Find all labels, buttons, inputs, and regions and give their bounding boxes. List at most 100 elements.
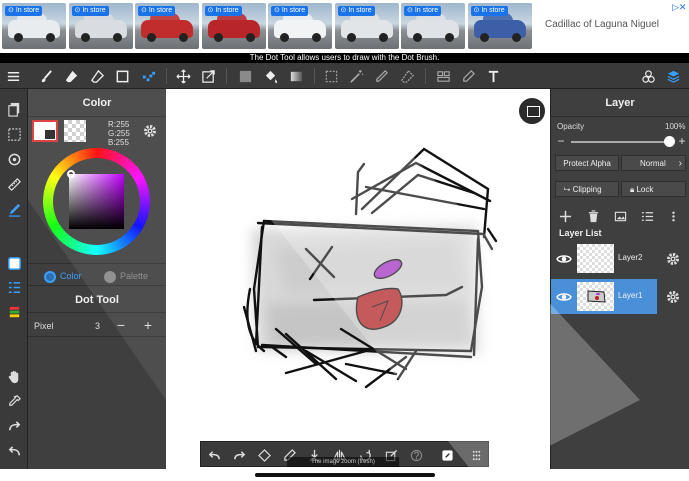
select-pen-icon[interactable] xyxy=(372,67,390,85)
ad-close-icon[interactable]: ▷✕ xyxy=(672,1,686,13)
car-wheel xyxy=(179,33,188,42)
ruler-icon[interactable] xyxy=(5,175,23,193)
blend-eraser-icon[interactable] xyxy=(88,67,106,85)
ad-car-image[interactable]: ⊙ In store xyxy=(467,3,532,49)
in-store-badge: ⊙ In store xyxy=(204,6,242,16)
navigator-icon[interactable] xyxy=(517,96,547,126)
pixel-decrease-button[interactable]: − xyxy=(112,317,130,335)
transform-icon[interactable] xyxy=(256,447,272,463)
add-layer-icon[interactable] xyxy=(557,208,573,224)
ad-car-image[interactable]: ⊙ In store xyxy=(135,3,199,49)
layer-row[interactable]: Layer2 xyxy=(551,241,657,276)
pixel-label: Pixel xyxy=(34,321,54,331)
opacity-increase-button[interactable]: + xyxy=(676,135,688,147)
in-store-badge: ⊙ In store xyxy=(271,6,309,16)
pixel-value: 3 xyxy=(95,321,101,331)
palette-stack-icon[interactable] xyxy=(5,303,23,321)
magic-wand-icon[interactable] xyxy=(347,67,365,85)
material-icon[interactable] xyxy=(639,67,657,85)
ad-advertiser-name[interactable]: Cadillac of Laguna Niguel xyxy=(545,19,659,30)
in-store-badge: ⊙ In store xyxy=(404,6,442,16)
help-icon[interactable] xyxy=(408,447,424,463)
palette-tab-icon xyxy=(104,270,116,283)
gear-icon[interactable] xyxy=(142,123,158,139)
layer-row[interactable]: Layer1 xyxy=(551,279,657,314)
brush-list-icon[interactable] xyxy=(5,278,23,296)
pen-pressure-icon[interactable] xyxy=(5,200,23,218)
pages-icon[interactable] xyxy=(5,100,23,118)
redo-icon[interactable] xyxy=(231,447,247,463)
opacity-slider-handle[interactable] xyxy=(664,136,675,147)
bucket-icon[interactable] xyxy=(261,67,279,85)
transform-icon[interactable] xyxy=(199,67,217,85)
redo-icon[interactable] xyxy=(5,417,23,435)
ad-car-image[interactable]: ⊙ In store xyxy=(401,3,465,49)
rotate-canvas-icon[interactable] xyxy=(5,150,23,168)
eyedropper-tool-icon[interactable] xyxy=(459,67,477,85)
hand-icon[interactable] xyxy=(5,367,23,385)
opacity-decrease-button[interactable]: − xyxy=(555,135,567,147)
saturation-value-square[interactable] xyxy=(69,174,124,229)
clipping-icon: ⮡ xyxy=(564,185,573,194)
gradient-icon[interactable] xyxy=(287,67,305,85)
sub-color-swatch[interactable] xyxy=(64,120,86,142)
color-panel: Color R:255 G:255 B:255 Color Palette Do… xyxy=(28,89,166,469)
grid-menu-icon[interactable] xyxy=(468,447,484,463)
status-message: The Dot Tool allows users to draw with t… xyxy=(0,53,689,63)
pixel-increase-button[interactable]: + xyxy=(139,317,157,335)
color-picker-handle[interactable] xyxy=(67,170,75,178)
in-store-badge: ⊙ In store xyxy=(138,6,176,16)
eye-icon[interactable] xyxy=(556,251,572,267)
protect-alpha-button[interactable]: Protect Alpha xyxy=(555,155,619,171)
in-store-label: In store xyxy=(348,7,372,14)
more-options-icon[interactable] xyxy=(665,208,681,224)
eyedropper-icon[interactable] xyxy=(5,392,23,410)
selection-icon[interactable] xyxy=(5,125,23,143)
frame-icon[interactable] xyxy=(434,67,452,85)
dot-tool-icon[interactable] xyxy=(139,67,157,85)
brush-icon[interactable] xyxy=(37,67,55,85)
edit-page-icon[interactable] xyxy=(439,447,455,463)
opacity-slider[interactable] xyxy=(571,141,675,143)
ad-car-image[interactable]: ⊙ In store xyxy=(268,3,332,49)
ad-car-image[interactable]: ⊙ In store xyxy=(68,3,133,49)
eraser-icon[interactable] xyxy=(62,67,80,85)
gear-icon[interactable] xyxy=(665,251,681,267)
eye-icon[interactable] xyxy=(556,289,572,305)
layers-icon[interactable] xyxy=(664,67,682,85)
lasso-select-icon[interactable] xyxy=(322,67,340,85)
tab-palette[interactable]: Palette xyxy=(104,268,148,284)
car-wheel xyxy=(479,33,489,42)
drawing-canvas[interactable] xyxy=(166,89,550,469)
dot-tool-title: Dot Tool xyxy=(28,285,166,313)
square-icon[interactable] xyxy=(113,67,131,85)
ad-banner[interactable]: ⊙ In store ⊙ In store ⊙ In store ⊙ In store… xyxy=(0,0,689,53)
undo-icon[interactable] xyxy=(206,447,222,463)
trash-icon[interactable] xyxy=(585,208,601,224)
color-panel-toggle-icon[interactable] xyxy=(5,254,23,272)
layer-name: Layer1 xyxy=(618,291,643,300)
car-wheel xyxy=(445,33,454,42)
layer-image-icon[interactable] xyxy=(612,208,628,224)
layer-name: Layer2 xyxy=(618,253,643,262)
ad-car-image[interactable]: ⊙ In store xyxy=(2,3,66,49)
layer-thumbnail xyxy=(577,244,614,273)
tab-color[interactable]: Color xyxy=(44,268,82,284)
main-color-swatch[interactable] xyxy=(32,120,58,142)
ad-car-image[interactable]: ⊙ In store xyxy=(201,3,266,49)
text-icon[interactable] xyxy=(484,67,502,85)
home-indicator[interactable] xyxy=(255,473,435,477)
undo-icon[interactable] xyxy=(5,442,23,460)
blend-mode-select[interactable]: Normal › xyxy=(621,155,686,171)
fill-color-icon[interactable] xyxy=(236,67,254,85)
car-wheel xyxy=(147,33,156,42)
car-wheel xyxy=(80,33,90,42)
select-eraser-icon[interactable] xyxy=(398,67,416,85)
ad-car-image[interactable]: ⊙ In store xyxy=(334,3,399,49)
lock-button[interactable]: 🔒︎ Lock xyxy=(621,181,686,197)
layer-list-menu-icon[interactable] xyxy=(639,208,655,224)
gear-icon[interactable] xyxy=(665,289,681,305)
menu-icon[interactable] xyxy=(4,67,22,85)
clipping-button[interactable]: ⮡ Clipping xyxy=(555,181,619,197)
move-icon[interactable] xyxy=(174,67,192,85)
